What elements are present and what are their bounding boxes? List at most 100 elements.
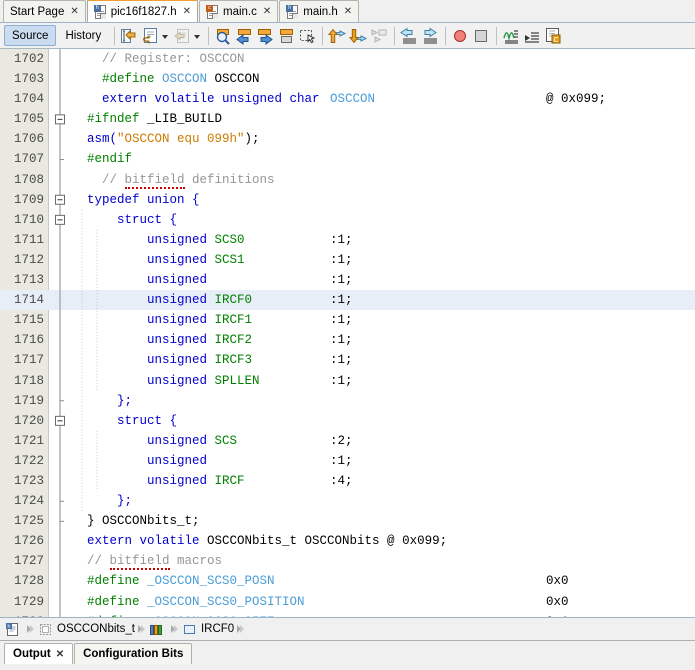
editor-tab-label: main.h xyxy=(303,5,338,18)
code-editor-area[interactable]: 1702 // Register: OSCCON 1703 #define OSC… xyxy=(0,49,695,618)
code-line[interactable]: 1727 // bitfield macros xyxy=(0,551,695,571)
tab-source[interactable]: Source xyxy=(4,25,57,46)
code-line[interactable]: 1720 struct { xyxy=(0,411,695,431)
code-line[interactable]: 1726 extern volatile OSCCONbits_t OSCCON… xyxy=(0,531,695,551)
code-text-column-2: :2; xyxy=(330,433,353,448)
close-icon[interactable]: ✕ xyxy=(261,6,271,17)
close-icon[interactable]: ✕ xyxy=(56,649,64,660)
code-line[interactable]: 1717 unsigned IRCF3:1; xyxy=(0,350,695,370)
code-line[interactable]: 1702 // Register: OSCCON xyxy=(0,49,695,69)
find-selection-icon[interactable] xyxy=(213,26,233,46)
code-text: }; xyxy=(72,494,133,509)
code-line[interactable]: 1715 unsigned IRCF1:1; xyxy=(0,310,695,330)
shift-left-icon[interactable] xyxy=(399,26,419,46)
code-line[interactable]: 1707 #endif xyxy=(0,149,695,169)
code-line[interactable]: 1713 unsigned:1; xyxy=(0,270,695,290)
code-line[interactable]: 1721 unsigned SCS:2; xyxy=(0,431,695,451)
breadcrumb-item-file[interactable]: h xyxy=(5,622,24,637)
h-file-icon: h xyxy=(286,4,299,19)
code-text: #endif xyxy=(72,152,133,167)
code-line[interactable]: 1712 unsigned SCS1:1; xyxy=(0,250,695,270)
code-line[interactable]: 1708 // bitfield definitions xyxy=(0,170,695,190)
code-text: unsigned xyxy=(72,453,208,468)
code-line[interactable]: 1703 #define OSCCON OSCCON xyxy=(0,69,695,89)
code-line[interactable]: 1723 unsigned IRCF:4; xyxy=(0,471,695,491)
code-line[interactable]: 1728 #define _OSCCON_SCS0_POSN 0x0 xyxy=(0,571,695,591)
line-number: 1706 xyxy=(13,132,44,147)
line-number: 1708 xyxy=(13,172,44,187)
breadcrumb-item-union[interactable]: OSCCONbits_t xyxy=(38,622,135,637)
close-icon[interactable]: ✕ xyxy=(181,6,191,17)
code-line[interactable]: 1710 struct { xyxy=(0,210,695,230)
code-text: struct { xyxy=(72,413,178,428)
breadcrumb-item-bitfield[interactable] xyxy=(149,622,168,637)
insert-code-dropdown-arrow[interactable] xyxy=(161,26,170,46)
chevron-right-icon xyxy=(24,621,38,637)
run-file-icon[interactable]: C xyxy=(543,26,563,46)
code-text: unsigned SCS0 xyxy=(72,232,245,247)
tab-history[interactable]: History xyxy=(58,25,108,46)
line-number: 1727 xyxy=(13,554,44,569)
line-number: 1709 xyxy=(13,192,44,207)
code-line[interactable]: 1714 unsigned IRCF0:1; xyxy=(0,290,695,311)
code-line[interactable]: 1706 asm("OSCCON equ 099h"); xyxy=(0,129,695,149)
shift-line-up-icon[interactable] xyxy=(327,26,347,46)
toggle-bookmark-icon[interactable] xyxy=(501,26,521,46)
code-line[interactable]: 1709 typedef union { xyxy=(0,190,695,210)
shift-line-down-icon[interactable] xyxy=(348,26,368,46)
close-icon[interactable]: ✕ xyxy=(342,6,352,17)
code-text: asm("OSCCON equ 099h"); xyxy=(72,132,260,147)
editor-tab-pic16f1827-h[interactable]: h pic16f1827.h ✕ xyxy=(86,0,198,22)
next-bookmark-icon[interactable] xyxy=(522,26,542,46)
code-line[interactable]: 1722 unsigned:1; xyxy=(0,451,695,471)
code-lines[interactable]: 1702 // Register: OSCCON 1703 #define OSC… xyxy=(0,49,695,617)
editor-tab-start-page[interactable]: Start Page ✕ xyxy=(3,0,86,22)
h-file-icon: h xyxy=(5,622,20,637)
code-text-column-3: 0x1 xyxy=(546,612,569,617)
code-text: unsigned xyxy=(72,273,208,288)
editor-tab-main-h[interactable]: h main.h ✕ xyxy=(279,0,360,22)
code-line[interactable]: 1705 #ifndef _LIB_BUILD xyxy=(0,109,695,129)
code-text-column-2: :1; xyxy=(330,273,353,288)
code-line[interactable]: 1718 unsigned SPLLEN:1; xyxy=(0,371,695,391)
insert-code-icon[interactable] xyxy=(140,26,160,46)
stop-icon[interactable] xyxy=(471,26,491,46)
code-text: unsigned SCS xyxy=(72,433,238,448)
code-line[interactable]: 1730 #define _OSCCON_SCS0_SIZE 0x1 xyxy=(0,612,695,617)
c-file-icon: c xyxy=(206,4,219,19)
toggle-breakpoint-icon[interactable] xyxy=(450,26,470,46)
line-number: 1726 xyxy=(13,534,44,549)
close-icon[interactable]: ✕ xyxy=(68,6,78,17)
code-text-column-2: :1; xyxy=(330,333,353,348)
line-number: 1703 xyxy=(13,72,44,87)
code-text: unsigned IRCF xyxy=(72,473,245,488)
back-icon[interactable] xyxy=(234,26,254,46)
forward-icon[interactable] xyxy=(255,26,275,46)
toolbar-separator-6 xyxy=(496,26,498,45)
editor-tab-main-c[interactable]: c main.c ✕ xyxy=(199,0,279,22)
bottom-window-tab-strip: Output ✕ Configuration Bits xyxy=(0,641,695,664)
breadcrumb-item-member[interactable]: IRCF0 xyxy=(182,622,234,637)
code-text: unsigned IRCF2 xyxy=(72,333,253,348)
bottom-tab-label: Configuration Bits xyxy=(83,648,184,660)
code-line[interactable]: 1729 #define _OSCCON_SCS0_POSITION 0x0 xyxy=(0,592,695,612)
code-line[interactable]: 1711 unsigned SCS0:1; xyxy=(0,230,695,250)
code-text-column-3: 0x0 xyxy=(546,594,569,609)
code-text-column-2: :1; xyxy=(330,373,353,388)
code-text: }; xyxy=(72,393,133,408)
code-line[interactable]: 1716 unsigned IRCF2:1; xyxy=(0,330,695,350)
code-text: unsigned IRCF3 xyxy=(72,353,253,368)
bottom-tab-output[interactable]: Output ✕ xyxy=(4,643,74,664)
code-text: unsigned IRCF1 xyxy=(72,313,253,328)
bottom-tab-configuration-bits[interactable]: Configuration Bits xyxy=(74,643,193,664)
rect-select-icon[interactable] xyxy=(297,26,317,46)
last-edit-icon[interactable] xyxy=(119,26,139,46)
code-line[interactable]: 1724 }; xyxy=(0,491,695,511)
breadcrumb: h OSCCONbits_t IRCF0 xyxy=(0,618,695,641)
shift-right-icon[interactable] xyxy=(420,26,440,46)
toggle-rect-select-icon[interactable] xyxy=(276,26,296,46)
code-line[interactable]: 1704 extern volatile unsigned char OSCCON… xyxy=(0,89,695,109)
code-line[interactable]: 1725 } OSCCONbits_t; xyxy=(0,511,695,531)
code-line[interactable]: 1719 }; xyxy=(0,391,695,411)
editor-tab-strip: Start Page ✕ h pic16f1827.h ✕ c main.c ✕ h main.h… xyxy=(0,0,695,23)
